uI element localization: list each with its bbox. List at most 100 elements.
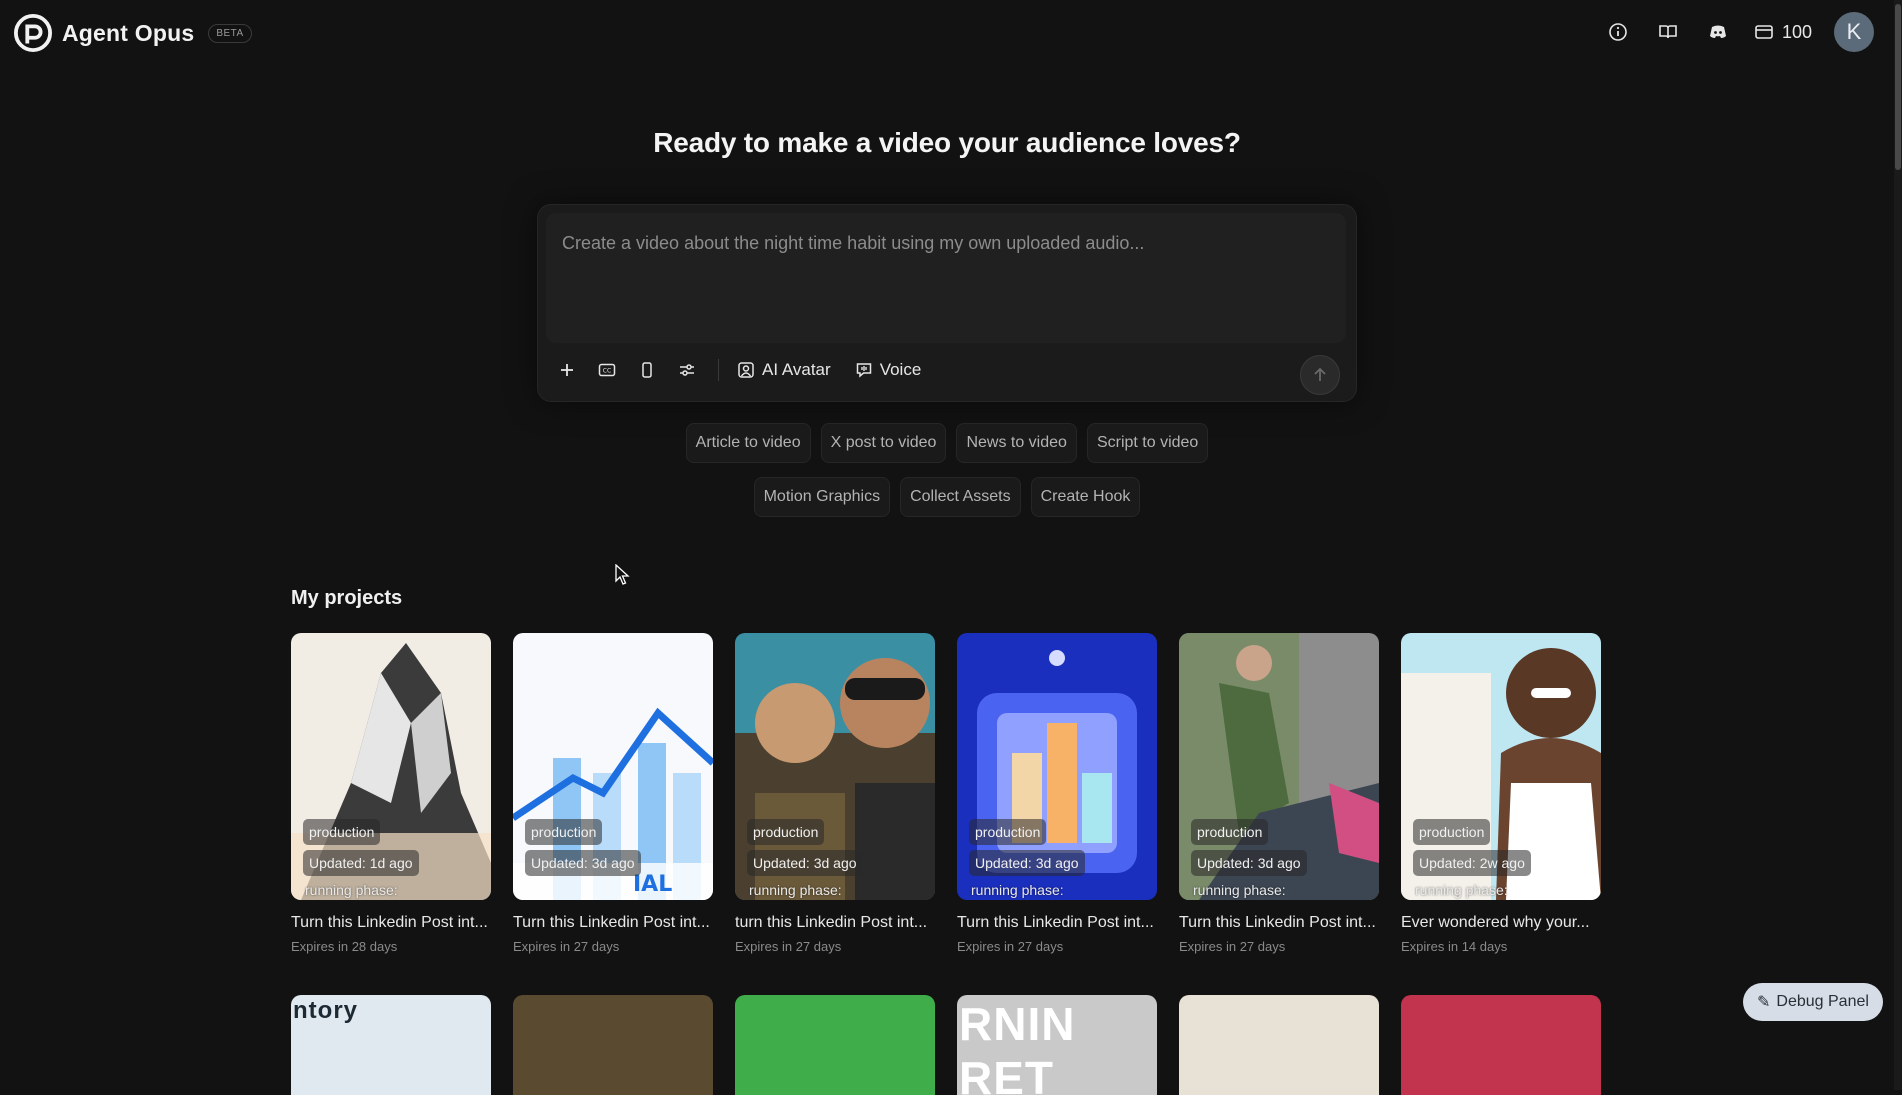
- running-phase-label: running phase:: [1193, 882, 1286, 898]
- project-card[interactable]: [1179, 995, 1379, 1095]
- status-badge: production: [1413, 819, 1491, 845]
- avatar[interactable]: K: [1834, 12, 1874, 52]
- credits-count: 100: [1781, 21, 1812, 42]
- chip-script-to-video[interactable]: Script to video: [1086, 423, 1209, 463]
- voice-icon: [856, 363, 871, 378]
- project-card[interactable]: [735, 995, 935, 1095]
- toolbar-divider: [718, 359, 719, 381]
- project-expiry: Expires in 27 days: [1179, 939, 1286, 954]
- portrait-icon: [642, 362, 652, 378]
- project-card[interactable]: RNIN RET: [957, 995, 1157, 1095]
- updated-badge: Updated: 3d ago: [525, 850, 641, 876]
- send-button[interactable]: [1300, 355, 1340, 395]
- project-expiry: Expires in 14 days: [1401, 939, 1508, 954]
- page-scrollbar[interactable]: [1894, 0, 1902, 1090]
- project-title[interactable]: Turn this Linkedin Post int...: [1179, 914, 1379, 932]
- project-card[interactable]: production Updated: 3d ago running phase: t…: [735, 633, 935, 954]
- plus-icon: [561, 364, 573, 376]
- debug-panel-button[interactable]: ✎ Debug Panel: [1743, 983, 1883, 1021]
- updated-badge: Updated: 3d ago: [1191, 850, 1307, 876]
- project-card[interactable]: [1401, 995, 1601, 1095]
- thumbnail-text: ntory: [293, 997, 358, 1024]
- prompt-input-area: [546, 213, 1346, 343]
- project-thumbnail[interactable]: production Updated: 2w ago running phase:: [1401, 633, 1601, 900]
- project-card[interactable]: IAL production Updated: 3d ago Turn this Li…: [513, 633, 713, 954]
- thumbnail-text: RNIN RET: [959, 998, 1076, 1095]
- project-card[interactable]: production Updated: 3d ago running phase: T…: [957, 633, 1157, 954]
- ai-avatar-label: AI Avatar: [762, 360, 831, 379]
- credits[interactable]: 100: [1754, 22, 1812, 43]
- project-title[interactable]: Turn this Linkedin Post int...: [513, 914, 713, 932]
- pencil-icon: ✎: [1757, 994, 1771, 1011]
- project-title[interactable]: Turn this Linkedin Post int...: [957, 914, 1157, 932]
- mouse-cursor-icon: [615, 564, 630, 585]
- project-thumbnail[interactable]: RNIN RET: [957, 995, 1157, 1095]
- top-bar: Agent Opus BETA 100 K: [0, 0, 1902, 66]
- status-badge: production: [525, 819, 603, 845]
- project-card[interactable]: [513, 995, 713, 1095]
- captions-button[interactable]: CC: [594, 357, 620, 383]
- settings-button[interactable]: [674, 357, 700, 383]
- voice-label: Voice: [879, 360, 922, 379]
- status-badge: production: [747, 819, 825, 845]
- aspect-ratio-button[interactable]: [634, 357, 660, 383]
- project-title[interactable]: Turn this Linkedin Post int...: [291, 914, 491, 932]
- project-card[interactable]: ntory: [291, 995, 491, 1095]
- chip-create-hook[interactable]: Create Hook: [1030, 477, 1141, 517]
- project-thumbnail[interactable]: IAL production Updated: 3d ago: [513, 633, 713, 900]
- project-card[interactable]: production Updated: 2w ago running phase: E…: [1401, 633, 1601, 954]
- project-expiry: Expires in 27 days: [957, 939, 1064, 954]
- prompt-input[interactable]: [560, 231, 1334, 335]
- scrollbar-thumb[interactable]: [1895, 4, 1901, 170]
- chip-motion-graphics[interactable]: Motion Graphics: [753, 477, 891, 517]
- project-thumbnail[interactable]: production Updated: 3d ago running phase:: [1179, 633, 1379, 900]
- settings-sliders-icon: [680, 364, 694, 376]
- chip-news-to-video[interactable]: News to video: [956, 423, 1077, 463]
- project-expiry: Expires in 28 days: [291, 939, 398, 954]
- updated-badge: Updated: 3d ago: [969, 850, 1085, 876]
- project-expiry: Expires in 27 days: [513, 939, 620, 954]
- book-icon[interactable]: [1654, 18, 1682, 46]
- svg-text:IAL: IAL: [633, 872, 672, 897]
- running-phase-label: running phase:: [749, 882, 842, 898]
- project-thumbnail[interactable]: production Updated: 3d ago running phase:: [957, 633, 1157, 900]
- running-phase-label: running phase:: [305, 882, 398, 898]
- projects-section-title: My projects: [291, 587, 403, 609]
- project-title[interactable]: turn this Linkedin Post int...: [735, 914, 935, 932]
- voice-button[interactable]: Voice: [855, 360, 922, 380]
- discord-icon[interactable]: [1704, 18, 1732, 46]
- page-title: Ready to make a video your audience love…: [653, 127, 1241, 158]
- captions-icon: CC: [598, 363, 616, 377]
- debug-panel-label: Debug Panel: [1776, 993, 1869, 1010]
- template-chips-row-2: Motion Graphics Collect Assets Create Hook: [0, 477, 1894, 517]
- project-thumbnail[interactable]: [735, 995, 935, 1095]
- project-thumbnail[interactable]: [1401, 995, 1601, 1095]
- app-name: Agent Opus: [62, 19, 195, 46]
- prompt-box: CC AI Avatar Voice: [537, 204, 1357, 402]
- chip-x-post-to-video[interactable]: X post to video: [820, 423, 947, 463]
- project-card[interactable]: production Updated: 1d ago running phase: T…: [291, 633, 491, 954]
- project-thumbnail[interactable]: ntory: [291, 995, 491, 1095]
- chip-article-to-video[interactable]: Article to video: [685, 423, 811, 463]
- beta-badge: BETA: [208, 23, 252, 43]
- status-badge: production: [1191, 819, 1269, 845]
- status-badge: production: [969, 819, 1047, 845]
- credits-card-icon: [1755, 25, 1773, 39]
- project-thumbnail[interactable]: production Updated: 3d ago running phase:: [735, 633, 935, 900]
- ai-avatar-button[interactable]: AI Avatar: [737, 360, 831, 380]
- add-attachment-button[interactable]: [554, 357, 580, 383]
- brand[interactable]: Agent Opus BETA: [14, 14, 252, 52]
- running-phase-label: running phase:: [1415, 882, 1508, 898]
- info-icon[interactable]: [1604, 18, 1632, 46]
- project-thumbnail[interactable]: production Updated: 1d ago running phase:: [291, 633, 491, 900]
- project-title[interactable]: Ever wondered why your...: [1401, 914, 1601, 932]
- avatar-icon: [738, 362, 754, 378]
- project-thumbnail[interactable]: [1179, 995, 1379, 1095]
- status-badge: production: [303, 819, 381, 845]
- chip-collect-assets[interactable]: Collect Assets: [900, 477, 1021, 517]
- project-expiry: Expires in 27 days: [735, 939, 842, 954]
- project-thumbnail[interactable]: [513, 995, 713, 1095]
- template-chips-row-1: Article to video X post to video News to v…: [0, 423, 1894, 463]
- project-card[interactable]: production Updated: 3d ago running phase: T…: [1179, 633, 1379, 954]
- running-phase-label: running phase:: [971, 882, 1064, 898]
